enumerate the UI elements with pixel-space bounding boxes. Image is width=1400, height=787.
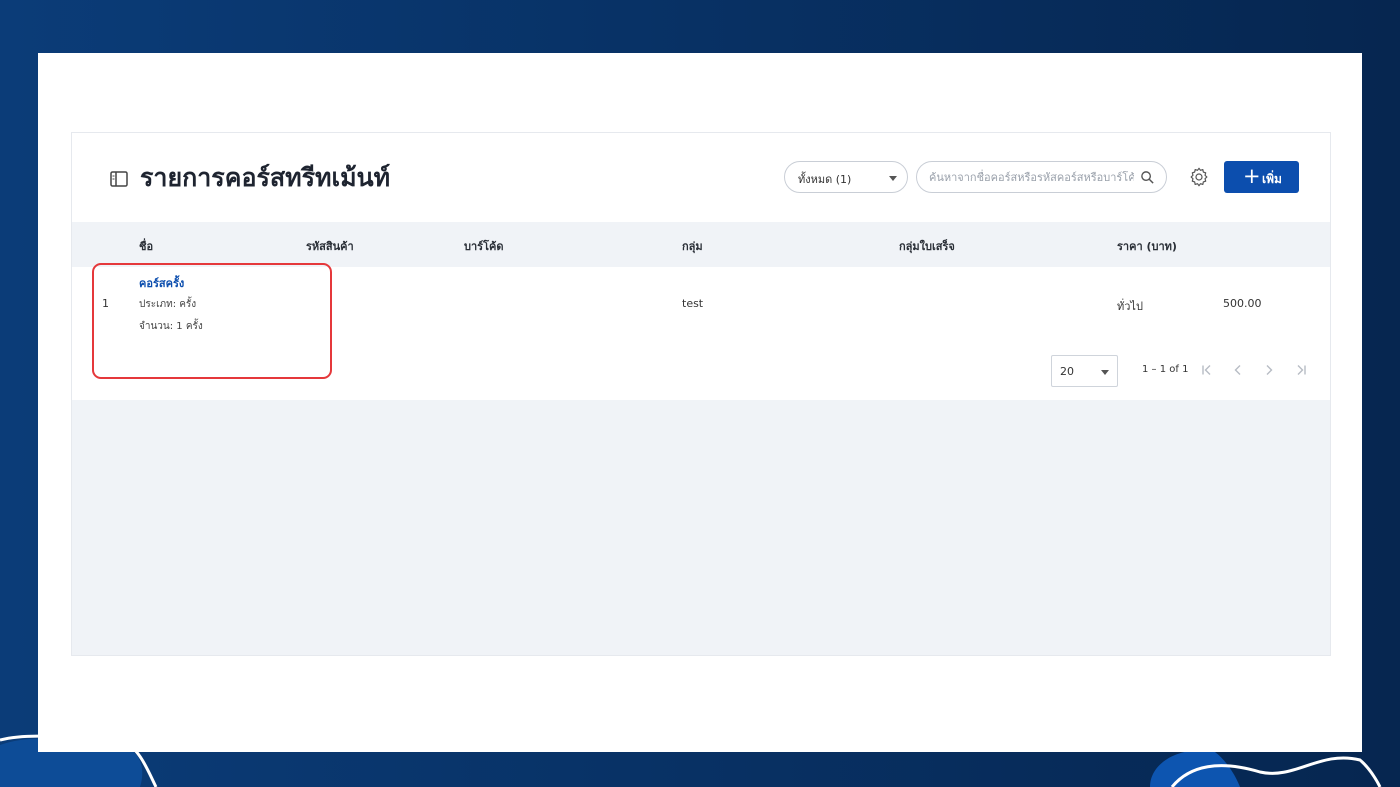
plus-icon: + [1243,164,1261,188]
column-header-name[interactable]: ชื่อ [139,237,153,255]
search-box[interactable] [916,161,1167,193]
row-price: 500.00 [1223,297,1262,310]
search-input[interactable] [929,168,1134,186]
course-name-link[interactable]: คอร์สครั้ง [139,274,184,292]
prev-page-icon[interactable] [1231,363,1245,377]
add-button[interactable]: + เพิ่ม [1224,161,1299,193]
course-list-card: รายการคอร์สทรีทเม้นท์ ทั้งหมด (1) + เพิ่… [71,132,1331,656]
filter-select[interactable]: ทั้งหมด (1) [784,161,908,193]
row-price-type: ทั่วไป [1117,300,1143,313]
pagination: 20 1 – 1 of 1 [72,343,1330,400]
course-type: ประเภท: ครั้ง [139,299,197,310]
rows-per-page-select[interactable]: 20 [1051,355,1118,387]
search-icon[interactable] [1140,170,1155,185]
chevron-down-icon [889,176,897,181]
next-page-icon[interactable] [1262,363,1276,377]
column-header-group[interactable]: กลุ่ม [682,237,703,255]
last-page-icon[interactable] [1294,363,1308,377]
page-range: 1 – 1 of 1 [1142,364,1189,375]
table-header: ชื่อ รหัสสินค้า บาร์โค้ด กลุ่ม กลุ่มใบเส… [72,222,1330,267]
screenshot-frame: รายการคอร์สทรีทเม้นท์ ทั้งหมด (1) + เพิ่… [38,53,1362,752]
column-header-sku[interactable]: รหัสสินค้า [306,237,354,255]
column-header-barcode[interactable]: บาร์โค้ด [464,237,503,255]
page-header: รายการคอร์สทรีทเม้นท์ ทั้งหมด (1) + เพิ่… [72,133,1330,222]
gear-icon[interactable] [1188,166,1210,188]
first-page-icon[interactable] [1200,363,1214,377]
column-header-price[interactable]: ราคา (บาท) [1117,237,1177,255]
filter-selected-value: ทั้งหมด (1) [798,173,852,186]
book-icon [110,171,128,187]
add-button-label: เพิ่ม [1262,172,1282,186]
rows-per-page-value: 20 [1060,365,1074,378]
chevron-down-icon [1101,370,1109,375]
row-index: 1 [102,297,109,310]
row-group: test [682,297,704,310]
column-header-receipt-group[interactable]: กลุ่มใบเสร็จ [899,237,955,255]
table-row[interactable]: 1 คอร์สครั้ง ประเภท: ครั้ง จำนวน: 1 ครั้… [72,267,1330,343]
page-title: รายการคอร์สทรีทเม้นท์ [140,163,391,192]
course-amount: จำนวน: 1 ครั้ง [139,321,203,332]
